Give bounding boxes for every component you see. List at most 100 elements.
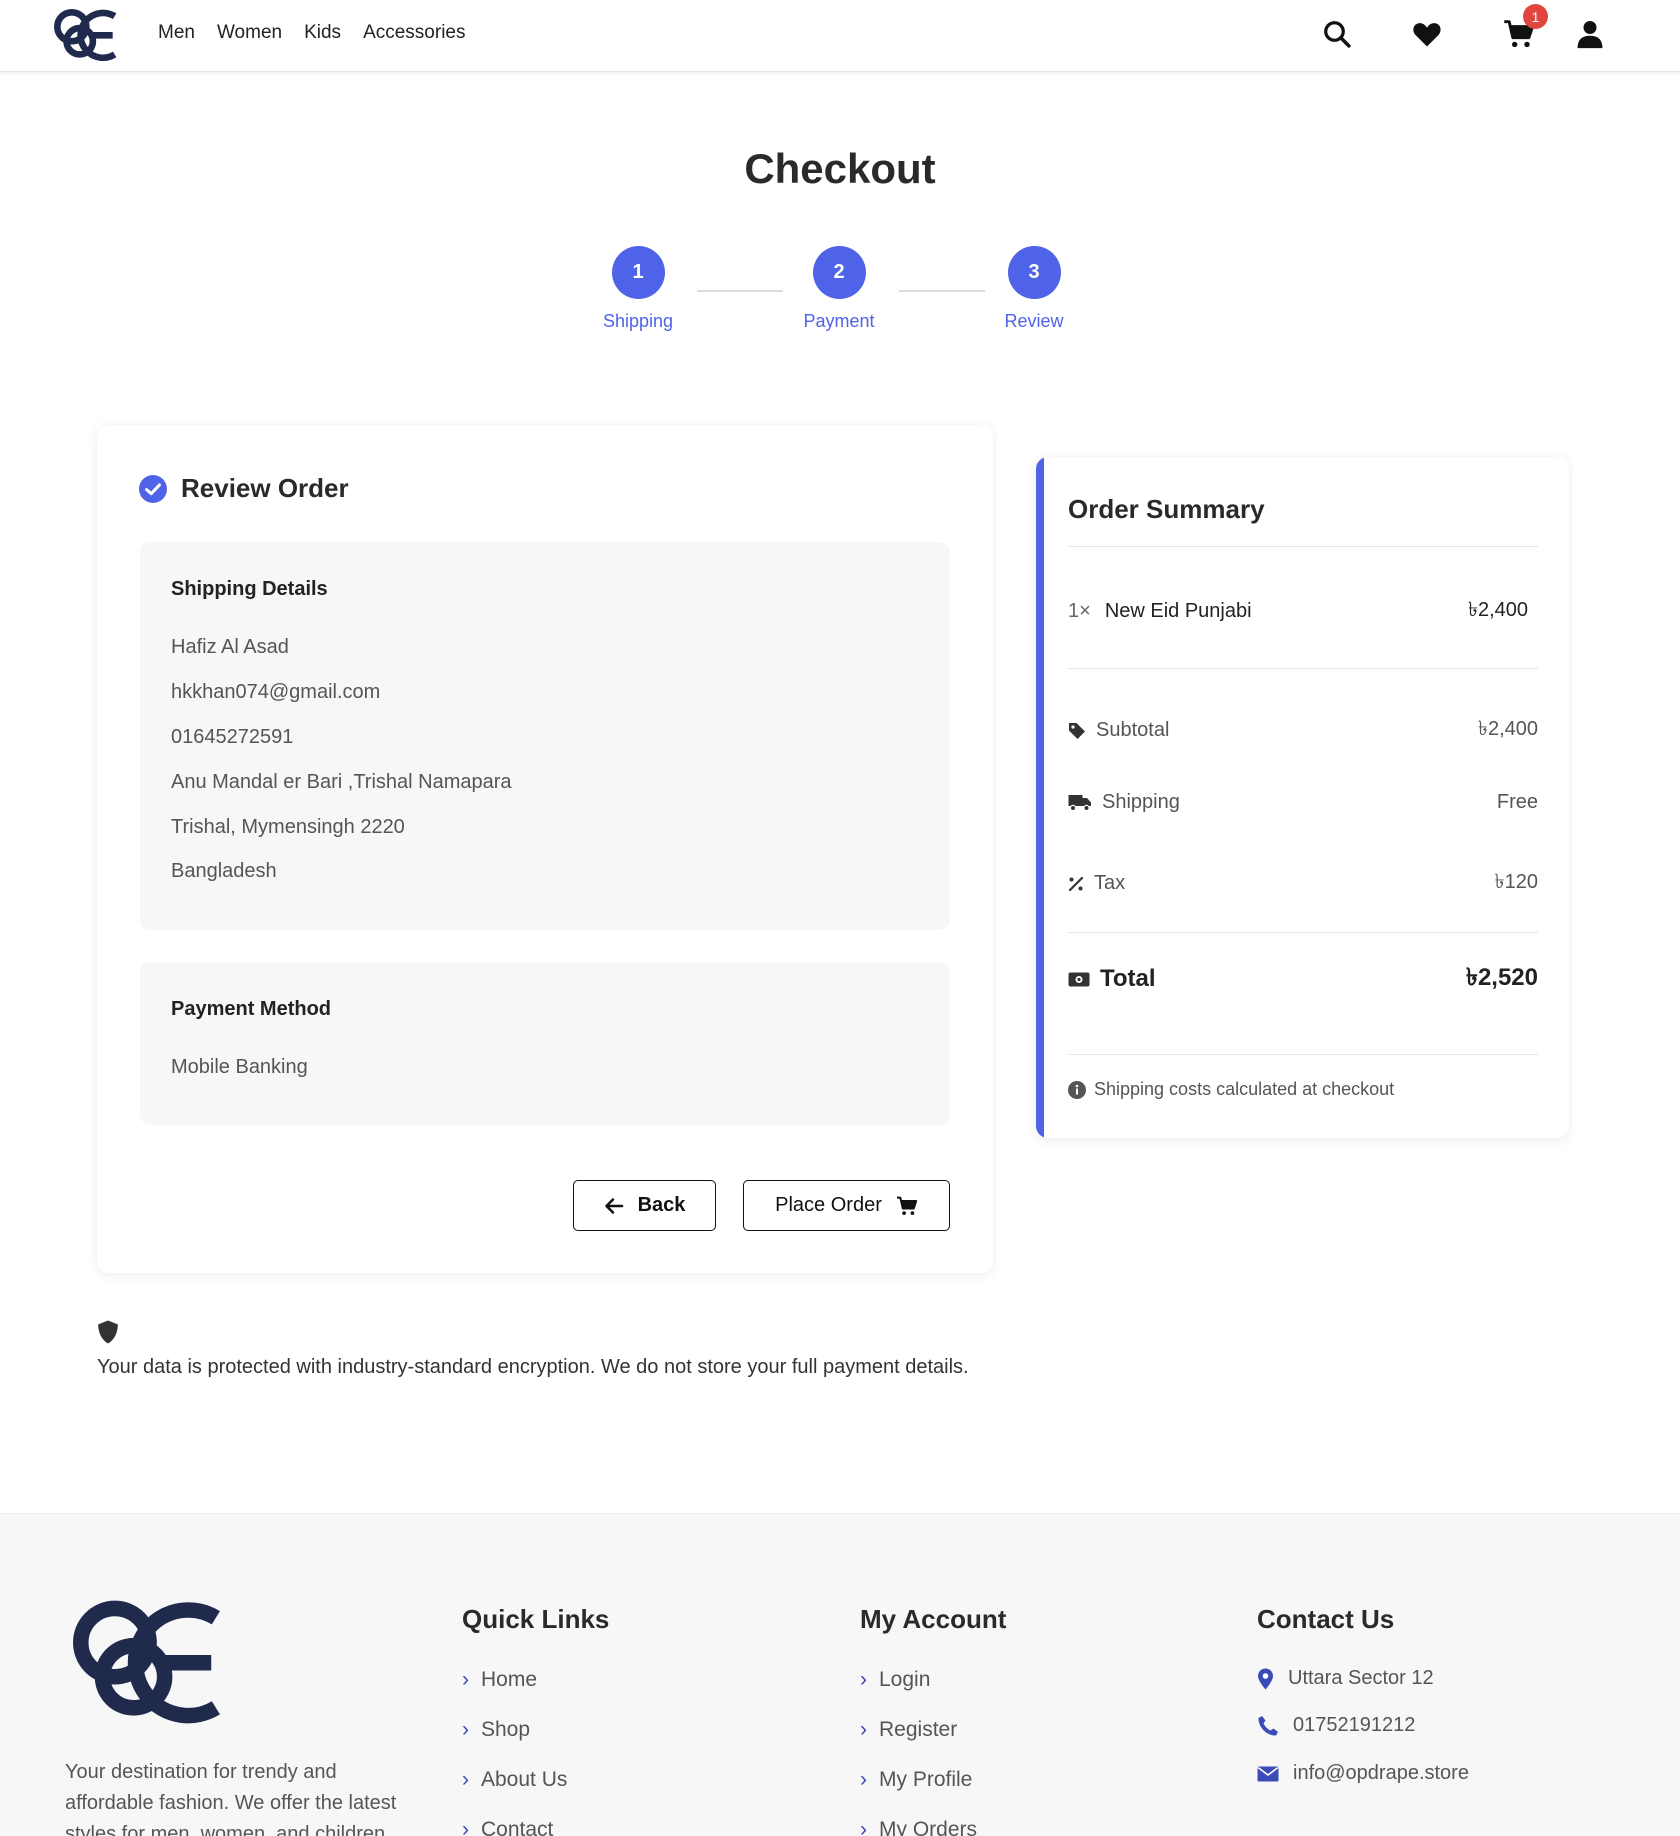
order-summary-title: Order Summary (1068, 494, 1265, 524)
my-account-title: My Account (860, 1604, 1007, 1634)
step-connector (899, 290, 985, 292)
contact-email[interactable]: info@opdrape.store (1257, 1762, 1469, 1785)
shipping-city: Trishal, Mymensingh 2220 (171, 816, 405, 838)
footer-link-orders[interactable]: › My Orders (860, 1818, 977, 1836)
summary-total-row: Total ৳2,520 (1068, 959, 1538, 999)
nav-women[interactable]: Women (217, 22, 282, 44)
summary-shipping-row: Shipping Free (1068, 791, 1538, 814)
contact-column: Contact Us Uttara Sector 12 01752191212 … (1257, 1604, 1469, 1784)
step-number: 2 (812, 246, 866, 299)
tax-value: ৳120 (1494, 871, 1538, 893)
shipping-address: Anu Mandal er Bari ,Trishal Namapara (171, 771, 512, 793)
step-review[interactable]: 3 Review (974, 246, 1094, 332)
arrow-left-icon (604, 1197, 623, 1214)
place-order-button[interactable]: Place Order (743, 1180, 950, 1231)
check-circle-icon (139, 474, 167, 503)
shipping-details-title: Shipping Details (171, 578, 328, 600)
step-number: 1 (611, 246, 665, 299)
link-label: Register (879, 1718, 958, 1741)
shipping-country: Bangladesh (171, 860, 277, 882)
shipping-name: Hafiz Al Asad (171, 636, 289, 658)
cart-button[interactable]: 1 (1502, 4, 1548, 51)
wishlist-button[interactable] (1410, 17, 1444, 51)
divider (1068, 1054, 1538, 1055)
tax-label: Tax (1094, 872, 1126, 894)
step-payment[interactable]: 2 Payment (779, 246, 899, 332)
review-header: Review Order (139, 473, 349, 504)
footer-link-about[interactable]: › About Us (462, 1768, 567, 1792)
quick-links-title: Quick Links (462, 1604, 610, 1634)
step-label: Review (1004, 311, 1064, 331)
nav-accessories[interactable]: Accessories (363, 22, 465, 44)
shipping-phone: 01645272591 (171, 726, 294, 748)
link-label: My Profile (879, 1768, 973, 1791)
shipping-label: Shipping (1102, 791, 1180, 813)
shield-icon (98, 1320, 118, 1344)
user-icon (1577, 21, 1603, 49)
account-button[interactable] (1573, 17, 1607, 51)
chevron-right-icon: › (462, 1718, 469, 1741)
cart-icon (896, 1196, 918, 1215)
info-icon (1068, 1080, 1086, 1099)
review-order-card: Review Order Shipping Details Hafiz Al A… (97, 425, 993, 1273)
payment-method-panel: Payment Method Mobile Banking (140, 962, 950, 1125)
nav-kids[interactable]: Kids (304, 22, 341, 44)
cart-count-badge: 1 (1523, 4, 1548, 29)
total-label: Total (1100, 965, 1156, 992)
contact-phone[interactable]: 01752191212 (1257, 1714, 1415, 1737)
shipping-value: Free (1496, 791, 1538, 813)
money-icon (1068, 972, 1090, 986)
footer-link-contact[interactable]: › Contact (462, 1818, 553, 1836)
chevron-right-icon: › (860, 1818, 867, 1836)
footer-description: Your destination for trendy and affordab… (65, 1761, 397, 1836)
footer-brand-logo (73, 1600, 220, 1724)
tag-icon (1069, 722, 1085, 739)
footer-link-home[interactable]: › Home (462, 1668, 537, 1692)
contact-email-text: info@opdrape.store (1293, 1762, 1469, 1784)
my-account-column: My Account › Login › Register › My Profile … (860, 1604, 1007, 1836)
step-label: Shipping (602, 311, 674, 331)
step-shipping[interactable]: 1 Shipping (578, 246, 698, 332)
chevron-right-icon: › (860, 1718, 867, 1741)
chevron-right-icon: › (462, 1668, 469, 1691)
link-label: Shop (481, 1718, 531, 1741)
footer-link-register[interactable]: › Register (860, 1718, 957, 1742)
quick-links-column: Quick Links › Home › Shop › About Us › Conta… (462, 1604, 610, 1836)
link-label: Login (879, 1668, 931, 1691)
footer-link-profile[interactable]: › My Profile (860, 1768, 972, 1792)
summary-note-row: Shipping costs calculated at checkout (1068, 1079, 1538, 1100)
contact-address-text: Uttara Sector 12 (1288, 1667, 1434, 1689)
review-title: Review Order (181, 473, 349, 503)
divider (1068, 668, 1538, 669)
item-price: ৳2,400 (1467, 599, 1528, 621)
truck-icon (1068, 794, 1091, 811)
site-header: Men Women Kids Accessories 1 (0, 0, 1680, 72)
subtotal-label: Subtotal (1096, 719, 1170, 741)
summary-item-row: 1× New Eid Punjabi ৳2,400 (1068, 595, 1538, 628)
subtotal-value: ৳2,400 (1477, 718, 1538, 740)
security-note: Your data is protected with industry-sta… (97, 1356, 969, 1378)
brand-logo[interactable] (52, 7, 118, 63)
total-value: ৳2,520 (1465, 964, 1538, 991)
payment-method-title: Payment Method (171, 998, 332, 1020)
link-label: About Us (481, 1768, 568, 1791)
link-label: Contact (481, 1818, 554, 1836)
search-button[interactable] (1320, 17, 1354, 51)
search-icon (1324, 21, 1351, 48)
shipping-email: hkkhan074@gmail.com (171, 681, 381, 703)
page-title: Checkout (744, 145, 936, 192)
contact-title: Contact Us (1257, 1604, 1395, 1634)
link-label: My Orders (879, 1818, 978, 1836)
summary-tax-row: Tax ৳120 (1068, 867, 1538, 900)
main-nav: Men Women Kids Accessories (158, 22, 465, 44)
divider (1068, 932, 1538, 933)
footer-link-login[interactable]: › Login (860, 1668, 930, 1692)
item-name: New Eid Punjabi (1104, 600, 1252, 622)
back-button-label: Back (637, 1194, 686, 1216)
envelope-icon (1257, 1766, 1279, 1781)
shipping-details-panel: Shipping Details Hafiz Al Asad hkkhan074… (140, 542, 950, 930)
footer-link-shop[interactable]: › Shop (462, 1718, 530, 1742)
back-button[interactable]: Back (573, 1180, 716, 1231)
chevron-right-icon: › (462, 1768, 469, 1791)
nav-men[interactable]: Men (158, 22, 195, 44)
